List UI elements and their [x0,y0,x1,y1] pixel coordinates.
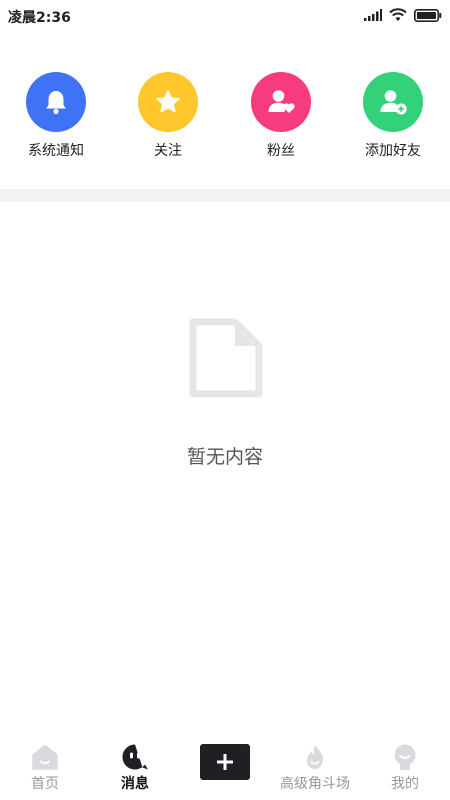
status-bar: 凌晨2:36 [0,0,450,32]
tab-arena[interactable]: 高级角斗场 [275,743,355,793]
status-time: 凌晨2:36 [8,10,71,26]
status-icons [364,8,442,22]
bell-icon [26,72,86,132]
quick-label-system-notification: 系统通知 [28,143,84,159]
tab-label-profile: 我的 [391,776,419,792]
tab-home[interactable]: 首页 [25,743,65,793]
star-icon [138,72,198,132]
tab-messages[interactable]: 消息 [115,743,155,793]
tab-label-messages: 消息 [121,776,149,792]
quick-label-follow: 关注 [154,143,182,159]
quick-follow[interactable]: 关注 [118,72,218,160]
document-icon [189,318,263,398]
section-divider [0,189,450,202]
flame-icon [306,744,324,769]
quick-add-friend[interactable]: 添加好友 [343,72,443,160]
user-heart-icon [251,72,311,132]
quick-fans[interactable]: 粉丝 [231,72,331,160]
bottom-tab-bar: 首页 消息 高级角斗场 我的 [0,735,450,800]
quick-actions: 系统通知 关注 粉丝 添加好友 [0,72,450,167]
signal-icon [364,9,382,21]
quick-label-add-friend: 添加好友 [365,143,421,159]
quick-label-fans: 粉丝 [267,143,295,159]
tab-label-home: 首页 [31,776,59,792]
battery-icon [414,8,442,22]
message-icon [122,744,148,770]
home-icon [32,744,58,770]
tab-label-arena: 高级角斗场 [280,776,350,792]
wifi-icon [389,8,407,21]
plus-icon [217,754,233,770]
tab-profile[interactable]: 我的 [385,743,425,793]
quick-system-notification[interactable]: 系统通知 [6,72,106,160]
user-add-icon [363,72,423,132]
create-button[interactable] [200,744,250,780]
empty-state-text: 暂无内容 [186,446,263,468]
profile-icon [394,744,416,770]
empty-state: 暂无内容 [0,318,450,469]
